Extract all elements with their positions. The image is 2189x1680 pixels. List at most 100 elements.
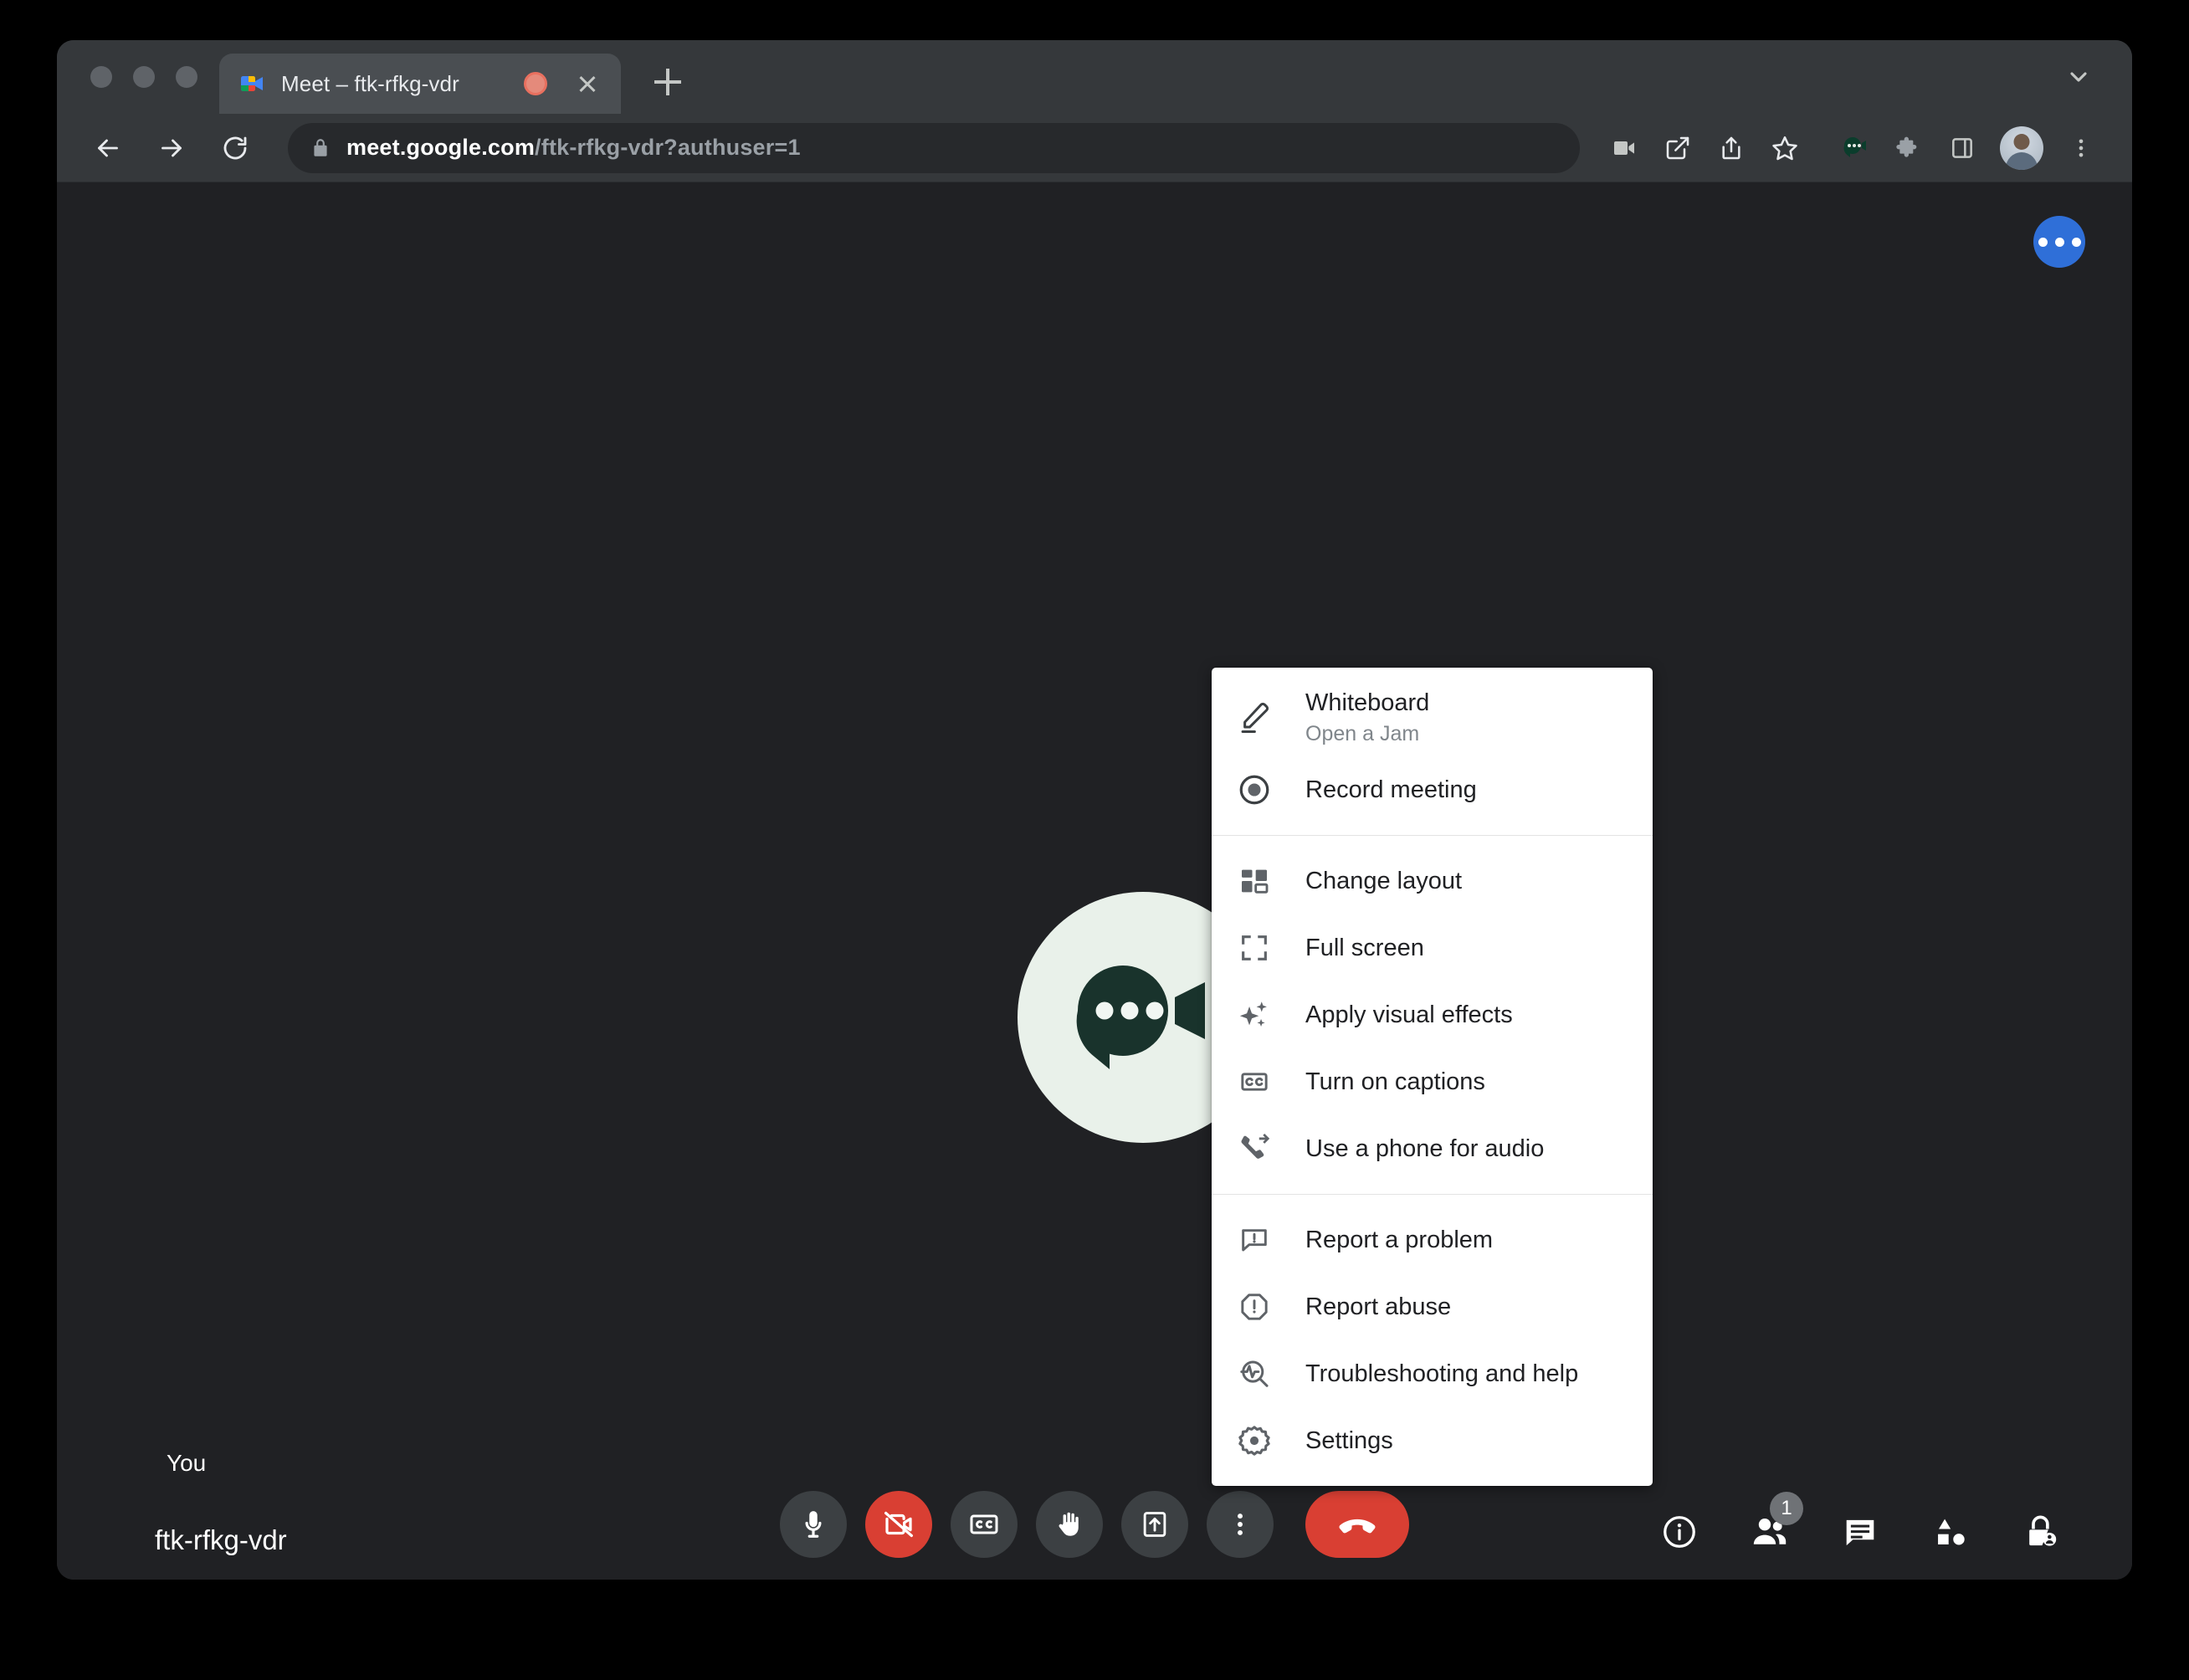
tab-title: Meet – ftk-rfkg-vdr xyxy=(281,70,459,96)
video-camera-icon[interactable] xyxy=(1600,124,1648,172)
chevron-down-icon[interactable] xyxy=(2053,40,2104,114)
menu-item-label: Change layout xyxy=(1305,867,1463,894)
menu-item-label: Whiteboard xyxy=(1305,689,1430,717)
menu-item-apply-visual-effects-text: Apply visual effects xyxy=(1305,1000,1513,1030)
menu-item-full-screen[interactable]: Full screen xyxy=(1212,914,1653,981)
address-bar[interactable]: meet.google.com/ftk-rfkg-vdr?authuser=1 xyxy=(288,122,1580,173)
menu-item-label: Full screen xyxy=(1305,934,1424,961)
window-close-button[interactable] xyxy=(90,66,112,88)
profile-avatar[interactable] xyxy=(2000,125,2043,170)
menu-item-record-meeting-text: Record meeting xyxy=(1305,775,1477,805)
menu-divider-1 xyxy=(1212,835,1653,836)
raise-hand-button[interactable] xyxy=(1036,1491,1103,1558)
address-bar-url: meet.google.com/ftk-rfkg-vdr?authuser=1 xyxy=(346,135,801,161)
google-meet-favicon xyxy=(239,70,266,97)
settings-gear-icon xyxy=(1234,1421,1274,1461)
menu-item-troubleshooting-and-help-text: Troubleshooting and help xyxy=(1305,1359,1578,1389)
phone-forward-icon xyxy=(1234,1129,1274,1169)
menu-item-report-abuse-text: Report abuse xyxy=(1305,1292,1451,1322)
chat-button[interactable] xyxy=(1834,1506,1886,1558)
fab-dot-1 xyxy=(2038,237,2048,247)
menu-item-use-phone-for-audio[interactable]: Use a phone for audio xyxy=(1212,1115,1653,1182)
meet-controls-bar xyxy=(780,1491,1409,1558)
self-participant-label: You xyxy=(167,1450,207,1476)
meeting-details-button[interactable] xyxy=(1653,1506,1705,1558)
menu-item-label: Troubleshooting and help xyxy=(1305,1360,1579,1387)
sparkle-effects-icon xyxy=(1234,995,1274,1035)
menu-item-apply-visual-effects[interactable]: Apply visual effects xyxy=(1212,981,1653,1048)
fullscreen-icon xyxy=(1234,928,1274,968)
menu-item-label: Settings xyxy=(1305,1426,1393,1454)
lock-icon xyxy=(310,137,331,159)
forward-arrow-icon[interactable] xyxy=(146,122,197,174)
closed-caption-icon xyxy=(1234,1062,1274,1102)
window-maximize-button[interactable] xyxy=(176,66,197,88)
leave-call-button[interactable] xyxy=(1305,1491,1409,1558)
menu-item-turn-on-captions-text: Turn on captions xyxy=(1305,1067,1485,1097)
tab-close-button[interactable] xyxy=(572,69,602,99)
window-traffic-lights xyxy=(57,40,219,114)
new-tab-button[interactable] xyxy=(643,57,693,107)
microphone-button[interactable] xyxy=(780,1491,847,1558)
menu-item-report-a-problem-text: Report a problem xyxy=(1305,1225,1493,1255)
participants-button[interactable]: 1 xyxy=(1744,1492,1803,1558)
menu-item-use-phone-for-audio-text: Use a phone for audio xyxy=(1305,1134,1544,1164)
back-arrow-icon[interactable] xyxy=(82,122,134,174)
menu-item-label: Apply visual effects xyxy=(1305,1001,1513,1028)
report-problem-icon xyxy=(1234,1220,1274,1260)
menu-item-whiteboard-text: Whiteboard Open a Jam xyxy=(1305,688,1429,748)
meeting-code-label: ftk-rfkg-vdr xyxy=(155,1524,287,1555)
menu-item-label: Report a problem xyxy=(1305,1226,1494,1253)
report-abuse-icon xyxy=(1234,1287,1274,1327)
bookmark-star-icon[interactable] xyxy=(1761,124,1809,172)
troubleshooting-icon xyxy=(1234,1354,1274,1394)
activities-button[interactable] xyxy=(1925,1506,1976,1558)
menu-group-2: Change layout Full screen Apply visual e… xyxy=(1212,848,1653,1182)
meet-extension-icon[interactable] xyxy=(1831,124,1879,172)
menu-item-settings-text: Settings xyxy=(1305,1426,1393,1456)
menu-item-report-a-problem[interactable]: Report a problem xyxy=(1212,1206,1653,1273)
browser-tab[interactable]: Meet – ftk-rfkg-vdr xyxy=(219,54,621,114)
extensions-puzzle-icon[interactable] xyxy=(1884,124,1933,172)
menu-item-label: Turn on captions xyxy=(1305,1068,1485,1095)
menu-item-change-layout[interactable]: Change layout xyxy=(1212,848,1653,914)
avatar-body xyxy=(2006,151,2038,170)
more-options-context-menu: Whiteboard Open a Jam Record meeting Cha… xyxy=(1212,668,1653,1486)
menu-item-change-layout-text: Change layout xyxy=(1305,866,1462,896)
window-minimize-button[interactable] xyxy=(133,66,155,88)
present-now-button[interactable] xyxy=(1121,1491,1188,1558)
open-in-new-icon[interactable] xyxy=(1653,124,1702,172)
menu-item-troubleshooting-and-help[interactable]: Troubleshooting and help xyxy=(1212,1340,1653,1407)
meet-right-controls: 1 xyxy=(1653,1492,2067,1558)
avatar-head xyxy=(2013,133,2030,150)
menu-item-report-abuse[interactable]: Report abuse xyxy=(1212,1273,1653,1340)
host-controls-button[interactable] xyxy=(2015,1506,2067,1558)
tab-recording-indicator-icon xyxy=(524,72,547,95)
participants-badge: 1 xyxy=(1770,1492,1803,1525)
url-domain: meet.google.com xyxy=(346,135,536,160)
menu-group-3: Report a problem Report abuse Troublesho… xyxy=(1212,1206,1653,1474)
browser-menu-icon[interactable] xyxy=(2057,124,2105,172)
menu-item-turn-on-captions[interactable]: Turn on captions xyxy=(1212,1048,1653,1115)
menu-item-settings[interactable]: Settings xyxy=(1212,1407,1653,1474)
side-panel-icon[interactable] xyxy=(1938,124,1987,172)
menu-item-label: Report abuse xyxy=(1305,1293,1452,1320)
tab-strip: Meet – ftk-rfkg-vdr xyxy=(57,40,2132,114)
more-options-fab[interactable] xyxy=(2033,216,2085,268)
fab-dot-3 xyxy=(2071,237,2081,247)
captions-button[interactable] xyxy=(951,1491,1018,1558)
menu-item-record-meeting[interactable]: Record meeting xyxy=(1212,756,1653,823)
menu-item-sublabel: Open a Jam xyxy=(1305,722,1420,746)
menu-item-whiteboard[interactable]: Whiteboard Open a Jam xyxy=(1212,679,1653,756)
fab-dot-2 xyxy=(2054,237,2064,247)
url-path: /ftk-rfkg-vdr?authuser=1 xyxy=(535,135,801,160)
reload-icon[interactable] xyxy=(209,122,261,174)
whiteboard-pen-icon xyxy=(1234,698,1274,738)
meet-page: You ftk-rfkg-vdr 1 Whiteboard Open a Jam… xyxy=(57,182,2132,1580)
more-options-button[interactable] xyxy=(1207,1491,1274,1558)
menu-item-full-screen-text: Full screen xyxy=(1305,933,1424,963)
share-icon[interactable] xyxy=(1707,124,1756,172)
menu-group-1: Whiteboard Open a Jam Record meeting xyxy=(1212,679,1653,823)
record-circle-icon xyxy=(1234,770,1274,810)
camera-button[interactable] xyxy=(865,1491,932,1558)
